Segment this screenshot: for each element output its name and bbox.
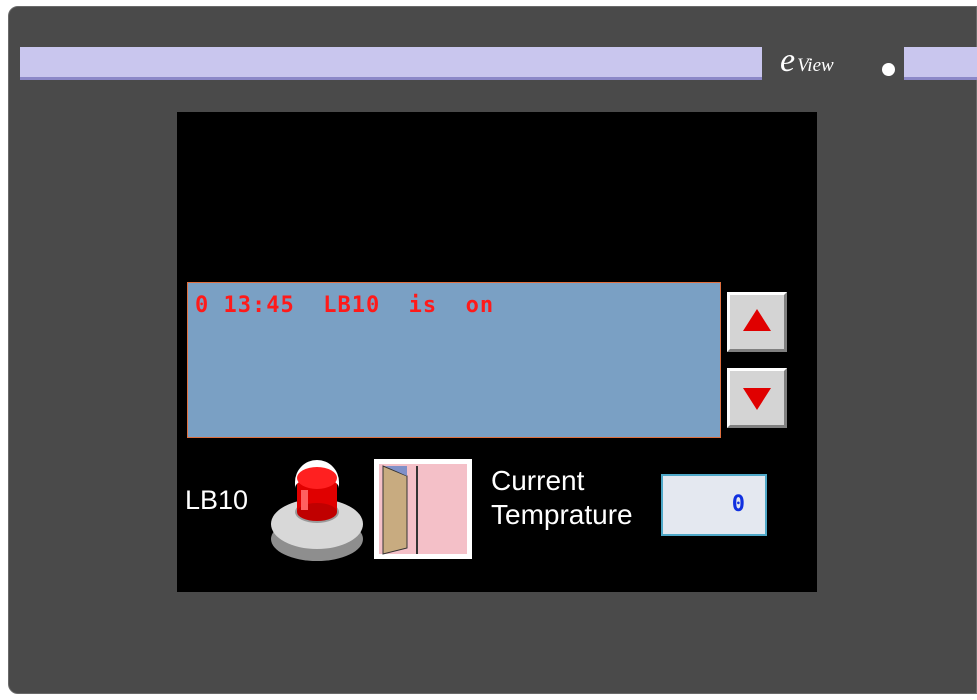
power-led-icon (882, 63, 895, 76)
door-icon[interactable] (373, 458, 473, 560)
temperature-label-line1: Current (491, 465, 585, 496)
alarm-message: 0 13:45 LB10 is on (195, 293, 495, 318)
temperature-display: 0 (661, 474, 767, 536)
alarm-display: 0 13:45 LB10 is on (187, 282, 721, 438)
logo-e: e (780, 42, 796, 79)
temperature-value: 0 (731, 492, 745, 517)
logo-view: View (797, 55, 834, 76)
scroll-down-button[interactable] (727, 368, 787, 428)
temperature-label-line2: Temprature (491, 499, 633, 530)
scroll-up-button[interactable] (727, 292, 787, 352)
eview-logo: e View (780, 42, 834, 80)
triangle-up-icon (743, 309, 771, 331)
red-lamp-button-icon[interactable] (267, 454, 367, 564)
triangle-down-icon (743, 388, 771, 410)
temperature-label: Current Temprature (491, 464, 633, 532)
lb10-label: LB10 (185, 485, 249, 515)
brand-badge: e View (762, 38, 904, 82)
hmi-screen: 0 13:45 LB10 is on LB10 Current Tempratu… (177, 112, 817, 592)
